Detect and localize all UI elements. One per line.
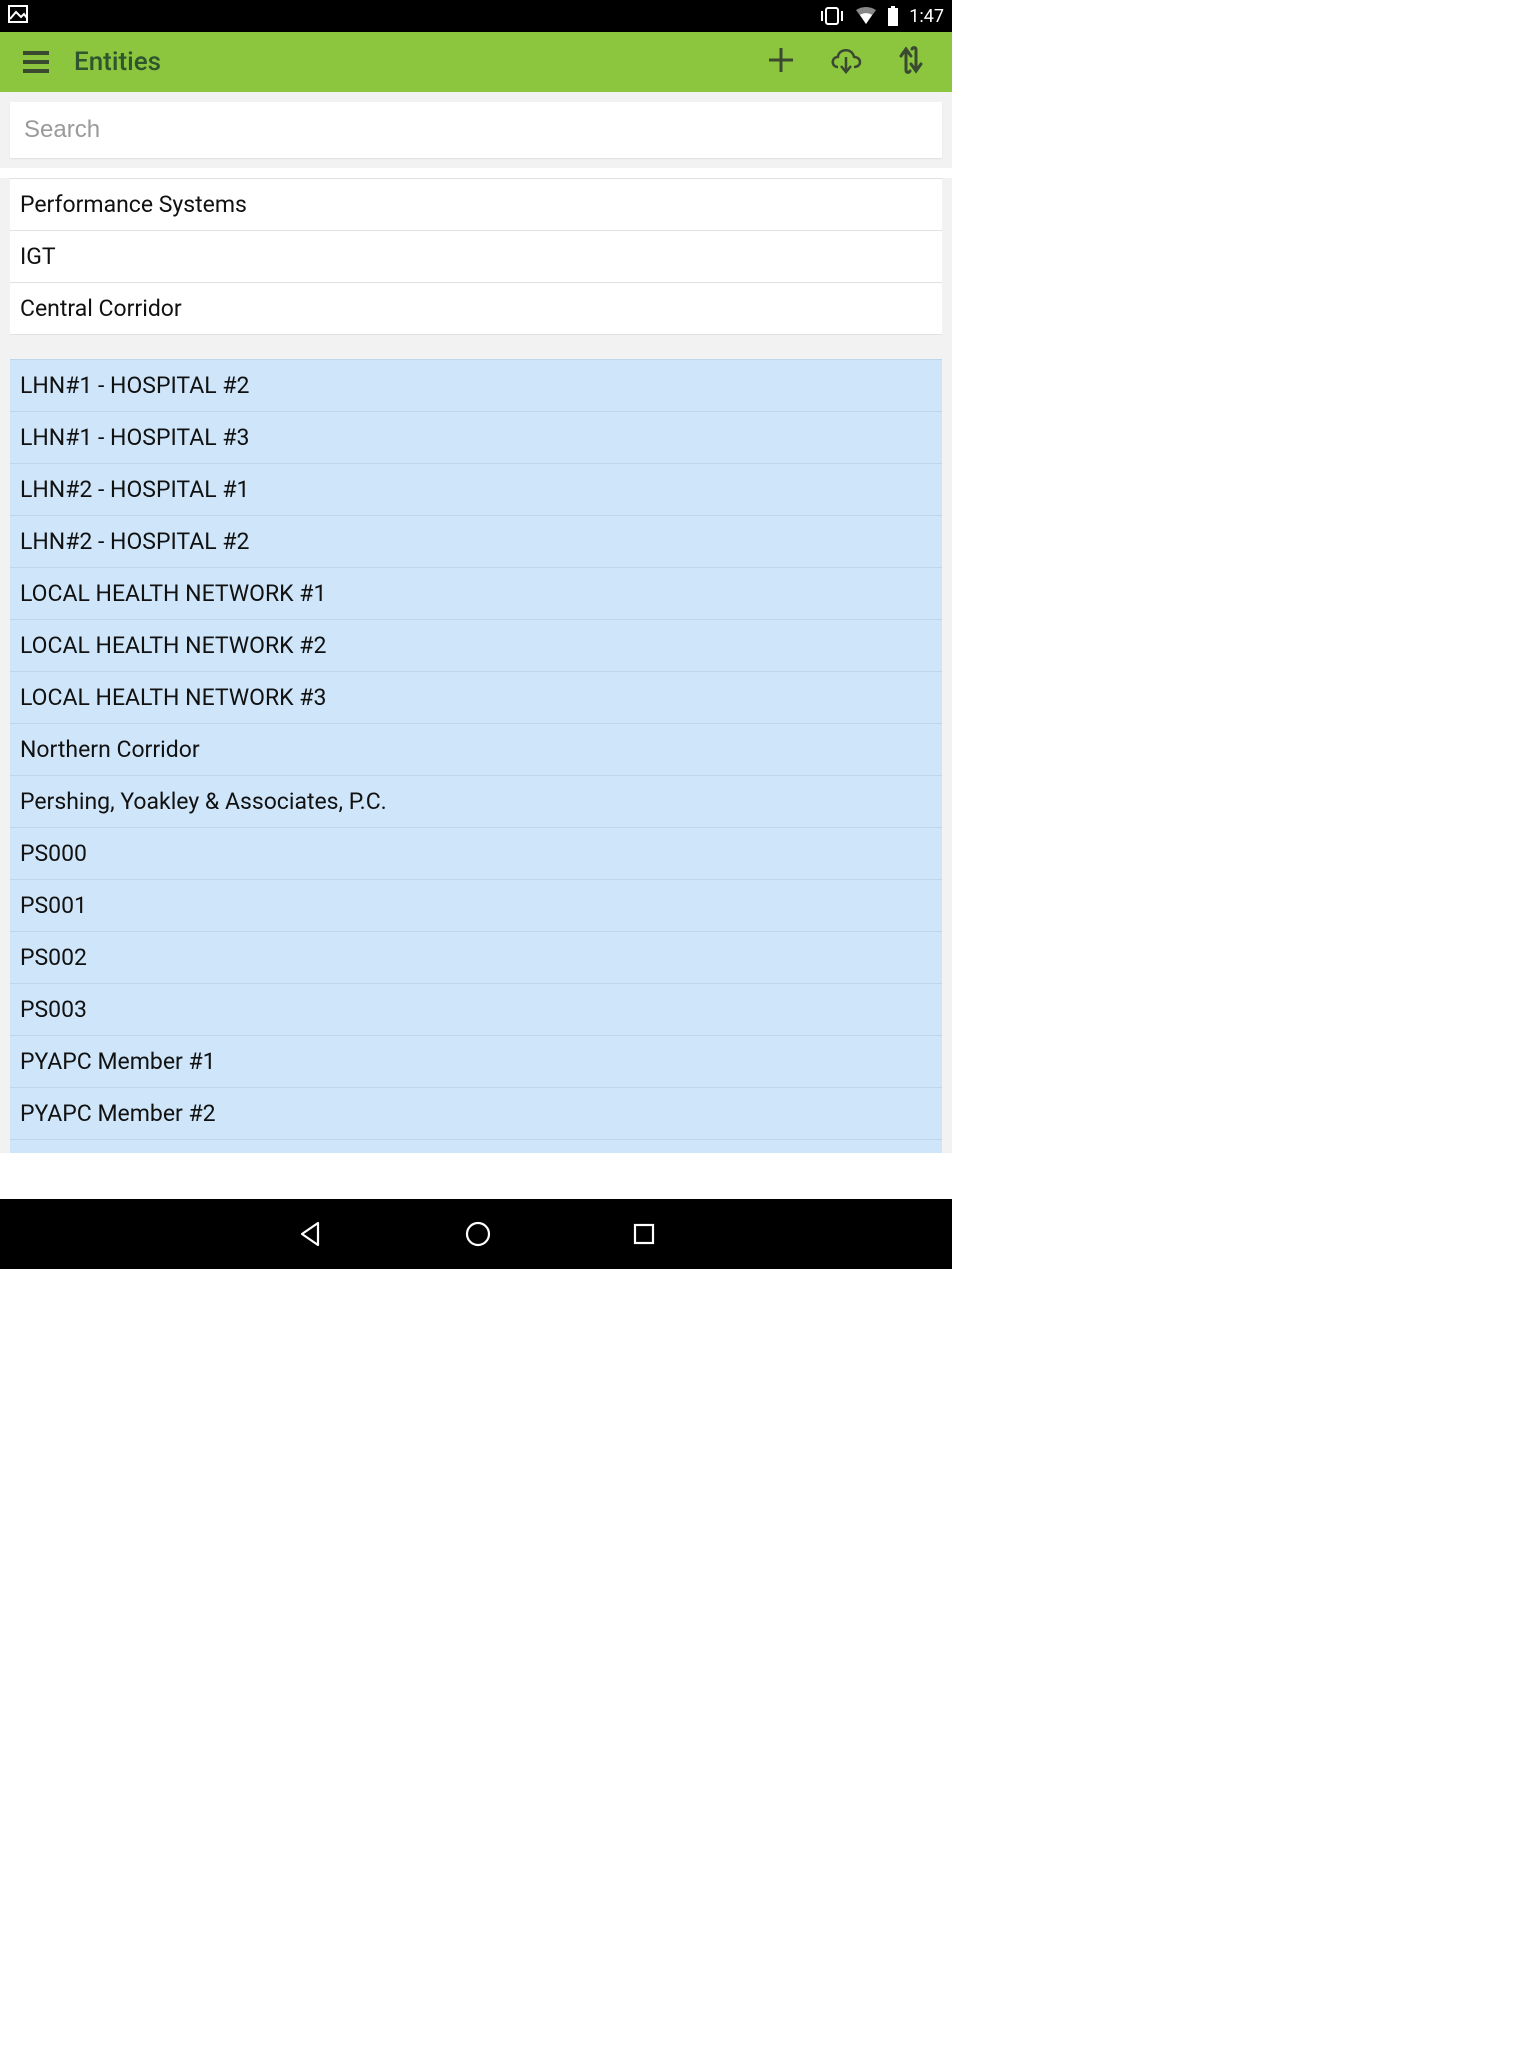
- home-icon: [464, 1220, 492, 1248]
- home-button[interactable]: [464, 1220, 492, 1248]
- back-icon: [296, 1220, 324, 1248]
- list-item[interactable]: LOCAL HEALTH NETWORK #2: [10, 620, 942, 672]
- list-item[interactable]: PYAPC Member #1: [10, 1036, 942, 1088]
- bottom-spacer: [0, 1153, 952, 1199]
- list-item[interactable]: PS002: [10, 932, 942, 984]
- add-button[interactable]: [766, 45, 796, 79]
- square-icon: [632, 1222, 656, 1246]
- cloud-download-icon: [828, 45, 864, 75]
- content-area: Performance SystemsIGTCentral Corridor L…: [0, 178, 952, 1232]
- sync-icon: [896, 44, 926, 76]
- gallery-icon: [8, 5, 28, 28]
- list-item[interactable]: PS000: [10, 828, 942, 880]
- recent-list: Performance SystemsIGTCentral Corridor: [10, 178, 942, 335]
- list-item[interactable]: LHN#1 - HOSPITAL #2: [10, 359, 942, 412]
- hamburger-icon: [21, 50, 51, 74]
- sync-button[interactable]: [896, 44, 926, 80]
- list-item[interactable]: LOCAL HEALTH NETWORK #1: [10, 568, 942, 620]
- download-button[interactable]: [828, 45, 864, 79]
- list-item[interactable]: IGT: [10, 231, 942, 283]
- list-item[interactable]: Central Corridor: [10, 283, 942, 335]
- entity-list: LHN#1 - HOSPITAL #2LHN#1 - HOSPITAL #3LH…: [10, 359, 942, 1192]
- battery-icon: [887, 6, 899, 26]
- status-time: 1:47: [909, 6, 944, 27]
- search-wrap: [0, 92, 952, 168]
- list-item[interactable]: PYAPC Member #2: [10, 1088, 942, 1140]
- list-item[interactable]: Northern Corridor: [10, 724, 942, 776]
- page-title: Entities: [74, 47, 161, 77]
- list-item[interactable]: LHN#1 - HOSPITAL #3: [10, 412, 942, 464]
- list-item[interactable]: Performance Systems: [10, 178, 942, 231]
- list-item[interactable]: Pershing, Yoakley & Associates, P.C.: [10, 776, 942, 828]
- search-input[interactable]: [10, 102, 942, 158]
- wifi-icon: [855, 7, 877, 25]
- app-header: Entities: [0, 32, 952, 92]
- menu-button[interactable]: [10, 50, 62, 74]
- system-nav-bar: [0, 1199, 952, 1269]
- system-status-bar: 1:47: [0, 0, 952, 32]
- plus-icon: [766, 45, 796, 75]
- vibrate-icon: [819, 6, 845, 26]
- list-item[interactable]: LOCAL HEALTH NETWORK #3: [10, 672, 942, 724]
- list-item[interactable]: PS003: [10, 984, 942, 1036]
- list-item[interactable]: LHN#2 - HOSPITAL #2: [10, 516, 942, 568]
- back-button[interactable]: [296, 1220, 324, 1248]
- list-item[interactable]: PS001: [10, 880, 942, 932]
- recent-apps-button[interactable]: [632, 1222, 656, 1246]
- list-item[interactable]: LHN#2 - HOSPITAL #1: [10, 464, 942, 516]
